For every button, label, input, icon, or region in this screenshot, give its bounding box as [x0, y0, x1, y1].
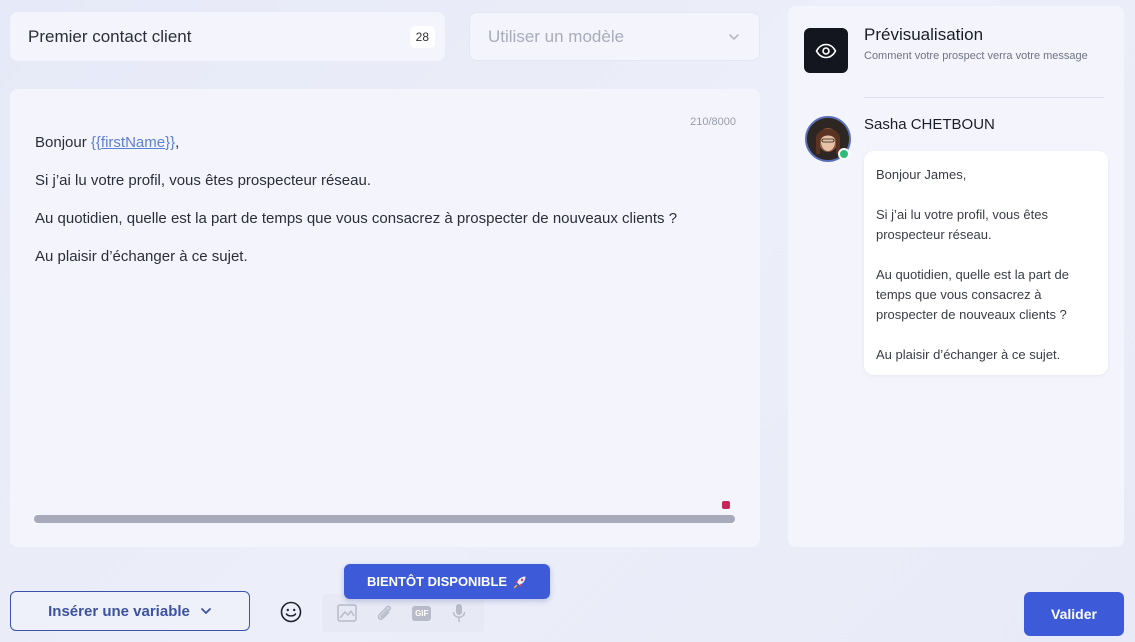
media-toolbar: GIF: [322, 594, 484, 632]
paperclip-icon: [378, 605, 392, 621]
greeting-prefix: Bonjour: [35, 134, 91, 151]
insert-variable-button[interactable]: Insérer une variable: [10, 591, 250, 631]
message-editor[interactable]: 210/8000 Bonjour {{firstName}}, Si j’ai …: [10, 89, 760, 547]
bubble-paragraph: Au plaisir d’échanger à ce sujet.: [876, 347, 1061, 362]
image-button[interactable]: [336, 602, 358, 624]
insert-variable-label: Insérer une variable: [48, 602, 190, 620]
chevron-down-icon: [729, 33, 739, 40]
editor-line-4: Au plaisir d’échanger à ce sujet.: [35, 248, 248, 265]
gif-button[interactable]: GIF: [411, 602, 433, 624]
message-editor-body[interactable]: Bonjour {{firstName}}, Si j’ai lu votre …: [35, 133, 677, 285]
rocket-icon: [513, 576, 526, 588]
resize-marker[interactable]: [722, 501, 730, 509]
attach-button[interactable]: [373, 602, 395, 624]
editor-line-3: Au quotidien, quelle est la part de temp…: [35, 210, 678, 227]
message-title-input[interactable]: Premier contact client 28: [10, 12, 445, 61]
message-char-count: 210/8000: [690, 116, 736, 128]
preview-panel: Prévisualisation Comment votre prospect …: [788, 6, 1124, 547]
horizontal-scrollbar[interactable]: [34, 515, 735, 523]
sender-name: Sasha CHETBOUN: [864, 116, 995, 133]
var-open-brace: {{: [90, 134, 101, 151]
coming-soon-label: BIENTÔT DISPONIBLE: [366, 574, 508, 589]
microphone-icon: [453, 604, 466, 622]
voice-button[interactable]: [448, 602, 470, 624]
preview-title: Prévisualisation: [864, 25, 984, 44]
greeting-suffix: ,: [175, 134, 180, 151]
preview-eye-badge: [804, 28, 848, 73]
template-select-placeholder: Utiliser un modèle: [488, 26, 625, 46]
message-preview-bubble: Bonjour James, Si j’ai lu votre profil, …: [864, 151, 1108, 375]
firstname-variable-token[interactable]: {{firstName}}: [91, 134, 175, 151]
var-name: firstName: [100, 134, 166, 151]
preview-divider: [864, 97, 1104, 98]
template-select[interactable]: Utiliser un modèle: [469, 12, 760, 61]
preview-subtitle: Comment votre prospect verra votre messa…: [864, 50, 1088, 62]
editor-line-greeting: Bonjour {{firstName}},: [35, 133, 677, 153]
title-char-counter: 28: [409, 25, 435, 48]
bubble-paragraph: Au quotidien, quelle est la part de temp…: [876, 267, 1069, 322]
validate-button[interactable]: Valider: [1024, 592, 1124, 636]
var-close-brace: }}: [165, 134, 176, 151]
bubble-paragraph: Bonjour James,: [876, 167, 967, 182]
image-icon: [337, 604, 357, 622]
smiley-icon[interactable]: [280, 601, 302, 623]
editor-line-2: Si j’ai lu votre profil, vous êtes prosp…: [35, 172, 371, 189]
coming-soon-badge: BIENTÔT DISPONIBLE: [344, 564, 550, 599]
message-title-text[interactable]: Premier contact client: [28, 27, 410, 47]
online-status-dot: [838, 148, 850, 160]
gif-icon: GIF: [412, 605, 432, 621]
chevron-down-icon: [200, 608, 211, 614]
eye-icon: [815, 43, 837, 58]
bubble-paragraph: Si j’ai lu votre profil, vous êtes prosp…: [876, 207, 1048, 242]
